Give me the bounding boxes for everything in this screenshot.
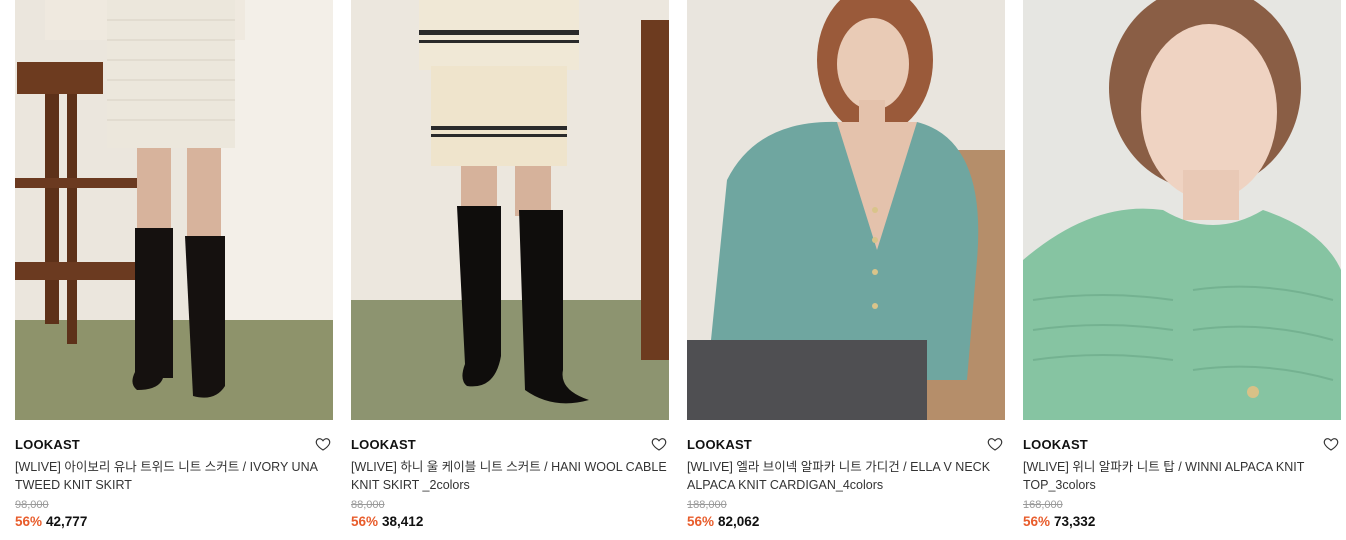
brand-name[interactable]: LOOKAST (351, 437, 416, 452)
product-card[interactable]: LOOKAST [WLIVE] 아이보리 유나 트위드 니트 스커트 / IVO… (15, 0, 333, 540)
original-price: 168,000 (1023, 499, 1063, 511)
product-card[interactable]: LOOKAST [WLIVE] 엘라 브이넥 알파카 니트 가디건 / ELLA… (687, 0, 1005, 540)
discount-rate: 56% (1023, 514, 1051, 529)
product-title[interactable]: [WLIVE] 위니 알파카 니트 탑 / WINNI ALPACA KNIT … (1023, 458, 1341, 494)
discount-rate: 56% (15, 514, 43, 529)
photo-knit-top-mint (1023, 0, 1341, 420)
product-grid: LOOKAST [WLIVE] 아이보리 유나 트위드 니트 스커트 / IVO… (15, 0, 1341, 540)
product-image[interactable] (351, 0, 669, 420)
heart-icon[interactable] (650, 435, 668, 453)
original-price: 98,000 (15, 499, 49, 511)
product-info: LOOKAST [WLIVE] 위니 알파카 니트 탑 / WINNI ALPA… (1023, 432, 1341, 530)
original-price: 188,000 (687, 499, 727, 511)
original-price: 88,000 (351, 499, 385, 511)
photo-skirt-cable (351, 0, 669, 420)
product-image[interactable] (1023, 0, 1341, 420)
sale-price: 38,412 (382, 514, 424, 529)
discount-rate: 56% (351, 514, 379, 529)
product-card[interactable]: LOOKAST [WLIVE] 하니 울 케이블 니트 스커트 / HANI W… (351, 0, 669, 540)
discount-rate: 56% (687, 514, 715, 529)
brand-name[interactable]: LOOKAST (687, 437, 752, 452)
product-info: LOOKAST [WLIVE] 아이보리 유나 트위드 니트 스커트 / IVO… (15, 432, 333, 530)
product-title[interactable]: [WLIVE] 엘라 브이넥 알파카 니트 가디건 / ELLA V NECK … (687, 458, 1005, 494)
product-card[interactable]: LOOKAST [WLIVE] 위니 알파카 니트 탑 / WINNI ALPA… (1023, 0, 1341, 540)
brand-name[interactable]: LOOKAST (1023, 437, 1088, 452)
sale-price: 42,777 (46, 514, 88, 529)
photo-skirt-ivory (15, 0, 333, 420)
product-image[interactable] (15, 0, 333, 420)
product-title[interactable]: [WLIVE] 아이보리 유나 트위드 니트 스커트 / IVORY UNA T… (15, 458, 333, 494)
heart-icon[interactable] (986, 435, 1004, 453)
product-info: LOOKAST [WLIVE] 하니 울 케이블 니트 스커트 / HANI W… (351, 432, 669, 530)
heart-icon[interactable] (1322, 435, 1340, 453)
sale-price: 82,062 (718, 514, 760, 529)
product-info: LOOKAST [WLIVE] 엘라 브이넥 알파카 니트 가디건 / ELLA… (687, 432, 1005, 530)
heart-icon[interactable] (314, 435, 332, 453)
photo-cardigan-mint (687, 0, 1005, 420)
sale-price: 73,332 (1054, 514, 1096, 529)
brand-name[interactable]: LOOKAST (15, 437, 80, 452)
product-image[interactable] (687, 0, 1005, 420)
product-title[interactable]: [WLIVE] 하니 울 케이블 니트 스커트 / HANI WOOL CABL… (351, 458, 669, 494)
